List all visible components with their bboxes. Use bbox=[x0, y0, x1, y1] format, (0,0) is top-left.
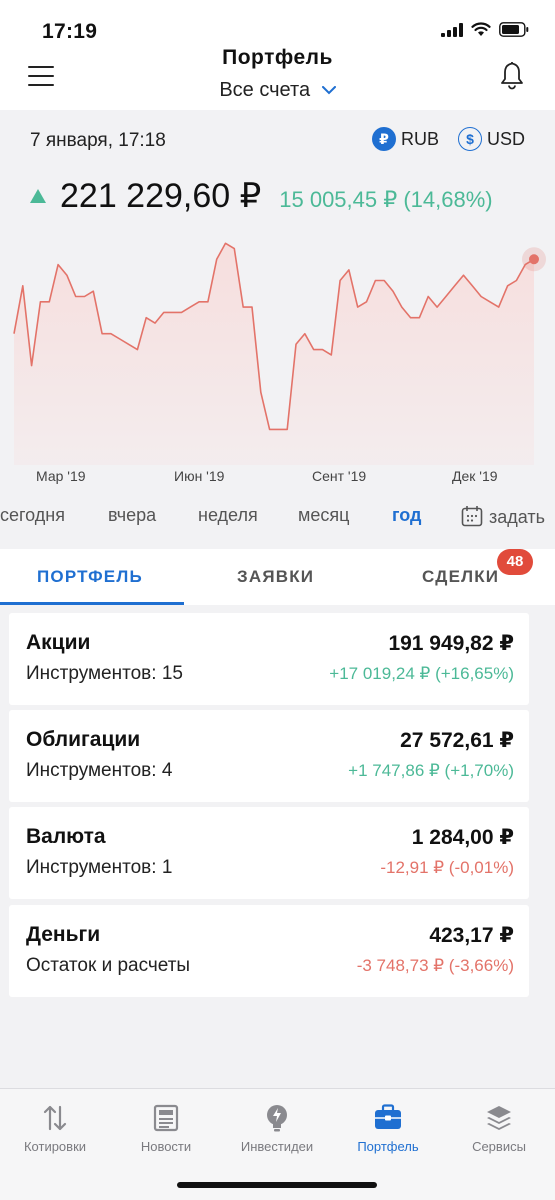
asset-subtitle: Инструментов: 1 bbox=[26, 857, 173, 878]
signal-icon bbox=[441, 22, 463, 37]
tabbar-services-label: Сервисы bbox=[472, 1139, 526, 1154]
asset-card-bonds[interactable]: Облигации 27 572,61 ₽ Инструментов: 4 +1… bbox=[9, 710, 529, 802]
tabbar-ideas-label: Инвестидеи bbox=[240, 1139, 314, 1154]
ruble-icon: ₽ bbox=[372, 127, 396, 151]
asset-value: 423,17 ₽ bbox=[429, 924, 514, 947]
tabbar-services[interactable]: Сервисы bbox=[444, 1101, 554, 1154]
briefcase-icon bbox=[375, 1104, 401, 1129]
chart-area bbox=[14, 243, 534, 465]
period-year[interactable]: год bbox=[392, 505, 421, 526]
period-today[interactable]: сегодня bbox=[0, 505, 65, 526]
account-selector[interactable]: Все счета bbox=[0, 79, 555, 102]
dollar-icon: $ bbox=[458, 127, 482, 151]
tab-portfolio[interactable]: ПОРТФЕЛЬ bbox=[37, 567, 143, 587]
period-yesterday[interactable]: вчера bbox=[108, 505, 156, 526]
asset-title: Облигации bbox=[26, 728, 141, 751]
active-tab-indicator bbox=[0, 602, 184, 605]
tabbar-quotes[interactable]: Котировки bbox=[0, 1101, 110, 1154]
newspaper-icon bbox=[153, 1104, 179, 1132]
chart-x-label: Дек '19 bbox=[452, 468, 498, 484]
asset-value: 1 284,00 ₽ bbox=[411, 826, 514, 849]
battery-icon bbox=[499, 22, 529, 37]
tabbar-portfolio-label: Портфель bbox=[357, 1139, 419, 1154]
tabbar-quotes-label: Котировки bbox=[23, 1139, 87, 1154]
period-week[interactable]: неделя bbox=[198, 505, 258, 526]
asset-title: Деньги bbox=[26, 923, 101, 946]
bell-icon bbox=[501, 61, 523, 90]
status-icons bbox=[441, 22, 529, 37]
portfolio-tabs: ПОРТФЕЛЬ ЗАЯВКИ СДЕЛКИ 48 bbox=[0, 549, 555, 605]
page-title: Портфель bbox=[222, 46, 333, 69]
asset-subtitle: Инструментов: 15 bbox=[26, 663, 183, 684]
asset-subtitle: Инструментов: 4 bbox=[26, 760, 173, 781]
asset-card-stocks[interactable]: Акции 191 949,82 ₽ Инструментов: 15 +17 … bbox=[9, 613, 529, 705]
wifi-icon bbox=[471, 22, 491, 36]
asset-value: 191 949,82 ₽ bbox=[388, 632, 514, 655]
asset-change: -12,91 ₽ (-0,01%) bbox=[380, 858, 514, 877]
chevron-down-icon bbox=[321, 86, 336, 95]
arrows-updown-icon bbox=[43, 1105, 67, 1131]
currency-usd-button[interactable]: $ USD bbox=[458, 127, 525, 151]
asset-title: Валюта bbox=[26, 825, 106, 848]
layers-icon bbox=[487, 1106, 511, 1130]
currency-usd-label: USD bbox=[487, 128, 526, 149]
asset-value: 27 572,61 ₽ bbox=[400, 729, 514, 752]
period-custom[interactable]: задать bbox=[461, 505, 545, 528]
nav-bar: Портфель Все счета bbox=[0, 40, 555, 110]
tabbar-ideas[interactable]: Инвестидеи bbox=[222, 1101, 332, 1154]
chart-x-label: Мар '19 bbox=[36, 468, 86, 484]
calendar-icon bbox=[461, 506, 483, 527]
chart-x-label: Сент '19 bbox=[312, 468, 367, 484]
lightbulb-icon bbox=[267, 1105, 287, 1132]
portfolio-summary: 7 января, 17:18 ₽ RUB $ USD 221 229,60 ₽… bbox=[0, 110, 555, 550]
tabbar-news-label: Новости bbox=[140, 1139, 192, 1154]
deals-count-badge: 48 bbox=[497, 549, 533, 575]
asset-subtitle: Остаток и расчеты bbox=[26, 955, 191, 976]
tabbar-news[interactable]: Новости bbox=[111, 1101, 221, 1154]
notifications-button[interactable] bbox=[499, 60, 525, 95]
period-month[interactable]: месяц bbox=[298, 505, 349, 526]
total-row: 221 229,60 ₽ 15 005,45 ₽ (14,68%) bbox=[30, 176, 493, 216]
currency-rub-label: RUB bbox=[401, 128, 440, 149]
total-change: 15 005,45 ₽ (14,68%) bbox=[279, 187, 493, 212]
period-selector: сегодня вчера неделя месяц год задать bbox=[0, 505, 555, 535]
asset-change: +1 747,86 ₽ (+1,70%) bbox=[348, 761, 514, 780]
period-custom-label: задать bbox=[489, 507, 546, 527]
total-value: 221 229,60 ₽ bbox=[60, 177, 262, 215]
tab-orders[interactable]: ЗАЯВКИ bbox=[237, 567, 314, 587]
currency-rub-button[interactable]: ₽ RUB bbox=[372, 127, 439, 151]
chart-x-label: Июн '19 bbox=[174, 468, 225, 484]
asset-title: Акции bbox=[26, 631, 91, 654]
asset-card-cash[interactable]: Деньги 423,17 ₽ Остаток и расчеты -3 748… bbox=[9, 905, 529, 997]
chart-current-point bbox=[529, 254, 539, 265]
update-date: 7 января, 17:18 bbox=[30, 130, 166, 151]
home-indicator bbox=[177, 1182, 377, 1188]
asset-card-currency[interactable]: Валюта 1 284,00 ₽ Инструментов: 1 -12,91… bbox=[9, 807, 529, 899]
portfolio-chart[interactable] bbox=[0, 230, 555, 465]
tabbar-portfolio[interactable]: Портфель bbox=[333, 1101, 443, 1154]
asset-change: +17 019,24 ₽ (+16,65%) bbox=[329, 664, 514, 683]
tab-deals[interactable]: СДЕЛКИ bbox=[422, 567, 499, 587]
trend-up-icon bbox=[30, 189, 46, 203]
asset-change: -3 748,73 ₽ (-3,66%) bbox=[356, 956, 514, 975]
account-selector-label: Все счета bbox=[219, 79, 311, 101]
